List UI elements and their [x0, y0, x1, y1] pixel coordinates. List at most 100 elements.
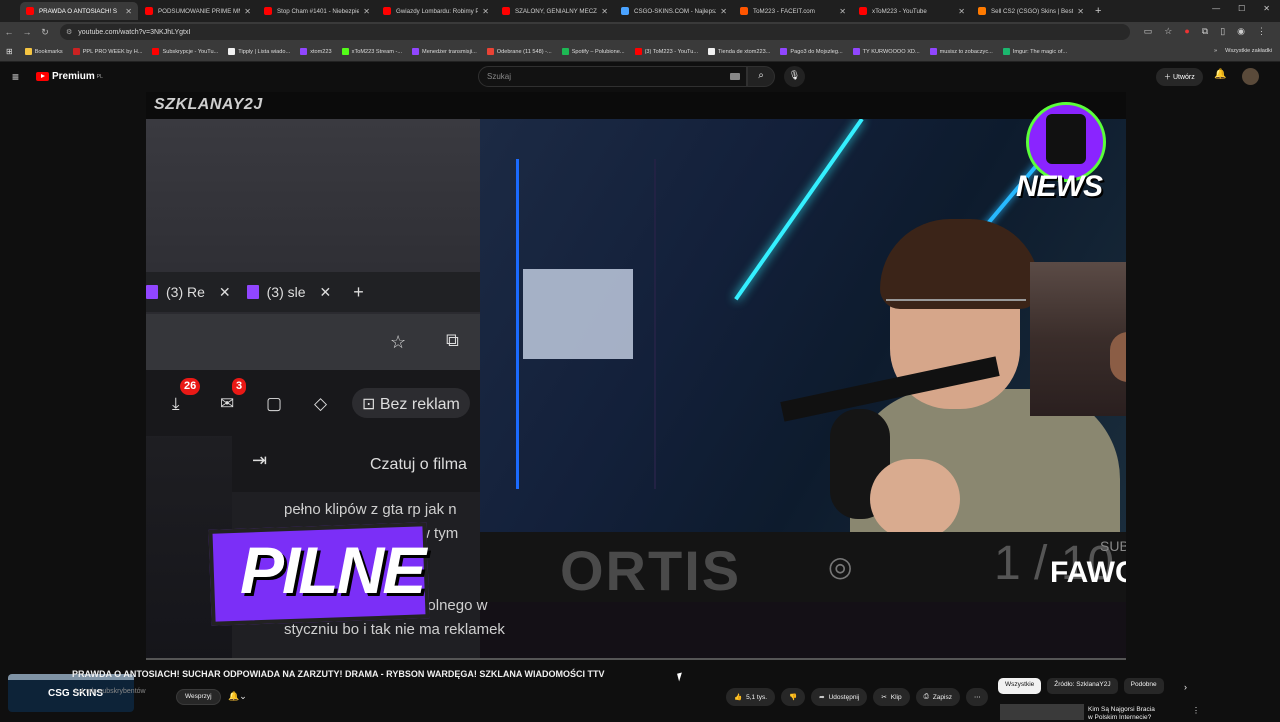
share-icon: ➦: [819, 694, 825, 701]
filter-chip[interactable]: Podobne: [1123, 678, 1164, 694]
tab-close-icon[interactable]: ✕: [363, 7, 370, 16]
bookmark-label: xtom223: [310, 48, 332, 55]
news-logo-k: [1046, 114, 1086, 164]
bookmark-icon: ⎙: [923, 693, 929, 700]
notifications-bell-icon[interactable]: 🔔: [1214, 69, 1226, 80]
tab-close-icon[interactable]: ✕: [125, 7, 132, 16]
filter-chip[interactable]: Źródło: SzklanaY2J: [1047, 678, 1118, 694]
lower-third-name: ORTIS: [560, 539, 742, 602]
tab-close-icon[interactable]: ✕: [601, 7, 608, 16]
bookmark-label: Subskrypcje - YouTu...: [162, 48, 219, 55]
search-input[interactable]: Szukaj: [478, 66, 747, 87]
sidepanel-icon[interactable]: ▯: [1220, 26, 1225, 37]
recommended-thumbnail[interactable]: [1000, 704, 1084, 720]
bookmark-item[interactable]: Odebrane (11 548) -...: [486, 48, 552, 55]
create-button[interactable]: ＋ Utwórz: [1156, 68, 1203, 86]
all-bookmarks-link[interactable]: Wszystkie zakładki: [1225, 48, 1272, 54]
no-ads-button: ⊡ Bez reklam: [352, 388, 470, 418]
bookmark-item[interactable]: Bookmarks: [24, 48, 63, 55]
search-placeholder: Szukaj: [487, 72, 512, 81]
bookmark-item[interactable]: Tipply | Lista wiado...: [228, 48, 290, 55]
maximize-icon[interactable]: ☐: [1238, 4, 1245, 13]
tab-label: PRAWDA O ANTOSIACH! S: [39, 7, 118, 15]
bookmark-favicon-icon: [24, 48, 32, 55]
thumbs-down-icon: 👎: [789, 694, 798, 701]
bookmark-label: xToM223 Stream -...: [351, 48, 403, 55]
bookmark-item[interactable]: xtom223: [300, 48, 332, 55]
browser-tab[interactable]: Sell CS2 (CSGO) Skins | Best C ✕: [972, 2, 1090, 20]
reload-icon[interactable]: ↻: [36, 27, 54, 38]
bookmark-item[interactable]: Subskrypcje - YouTu...: [152, 48, 218, 55]
bookmark-item[interactable]: Menedżer transmisji...: [412, 48, 477, 55]
chevron-right-icon[interactable]: ›: [1184, 682, 1187, 692]
create-label: Utwórz: [1172, 74, 1195, 81]
browser-tab[interactable]: Gwiazdy Lombardu: Robimy PI ✕: [377, 2, 495, 20]
browser-tab[interactable]: ToM223 - FACEIT.com ✕: [734, 2, 852, 20]
browser-tab[interactable]: Stop Cham #1401 - Niebezpiec ✕: [258, 2, 376, 20]
background-shelf: [516, 159, 656, 489]
bookmark-item[interactable]: TY KURWOOOO XD...: [852, 48, 920, 55]
bookmark-item[interactable]: Spotify – Polubione...: [561, 48, 625, 55]
recommended-more-icon[interactable]: ⋮: [1192, 706, 1200, 715]
bookmark-favicon-icon: [929, 48, 937, 55]
minimize-icon[interactable]: —: [1212, 4, 1220, 13]
voice-search-button[interactable]: 🎙: [784, 66, 805, 87]
extensions-icon[interactable]: ⧉: [1202, 26, 1208, 37]
tab-label: Sell CS2 (CSGO) Skins | Best C: [991, 7, 1074, 15]
browser-tab[interactable]: PODSUMOWANIE PRIME MMA ✕: [139, 2, 257, 20]
address-bar-row: ← → ↻ ⚙ youtube.com/watch?v=3NKJhLYgtxI …: [0, 22, 1280, 42]
bookmark-item[interactable]: (3) ToM223 - YouTu...: [634, 48, 698, 55]
tab-close-icon[interactable]: ✕: [1077, 7, 1084, 16]
bookmarks-overflow-icon[interactable]: »: [1214, 48, 1217, 54]
youtube-premium-logo[interactable]: Premium PL: [36, 71, 103, 82]
tab-close-icon[interactable]: ✕: [958, 7, 965, 16]
bookmark-favicon-icon: [412, 48, 420, 55]
menu-dots-icon[interactable]: ⋮: [1257, 26, 1266, 37]
bookmark-star-icon[interactable]: ☆: [1164, 26, 1172, 37]
tab-favicon-icon: [621, 7, 629, 15]
more-actions-button[interactable]: ⋯: [965, 688, 989, 706]
tab-close-icon[interactable]: ✕: [839, 7, 846, 16]
like-button[interactable]: 👍 5,1 tys.: [726, 688, 776, 706]
browser-tab[interactable]: SZALONY, GENIALNY MECZ, G ✕: [496, 2, 614, 20]
hamburger-menu-icon[interactable]: ≡: [12, 70, 19, 84]
cast-icon[interactable]: ▭: [1144, 26, 1153, 37]
browser-tab[interactable]: PRAWDA O ANTOSIACH! S ✕: [20, 2, 138, 20]
site-info-icon[interactable]: ⚙: [66, 28, 72, 36]
profile-icon[interactable]: ◉: [1237, 26, 1245, 37]
bookmark-item[interactable]: musisz to zobaczyc...: [929, 48, 993, 55]
extension-red-icon[interactable]: ●: [1184, 26, 1189, 37]
video-player[interactable]: SZKLANAY2J (3) Re ✕ (3) sle ✕ + ☆ ⧉ ⤓ 26 ✉…: [146, 92, 1126, 660]
browser-tab[interactable]: xToM223 - YouTube ✕: [853, 2, 971, 20]
tab-close-icon[interactable]: ✕: [720, 7, 727, 16]
browser-tab[interactable]: CSGO-SKINS.COM - Najlepsze ✕: [615, 2, 733, 20]
new-tab-icon[interactable]: +: [1095, 5, 1101, 17]
search-button[interactable]: ⌕: [747, 66, 775, 87]
filter-chip[interactable]: Wszystkie: [998, 678, 1042, 694]
bookmark-item[interactable]: xToM223 Stream -...: [341, 48, 403, 55]
hand: [870, 459, 960, 537]
keyboard-icon[interactable]: [730, 73, 740, 80]
support-button[interactable]: Wesprzyj: [176, 689, 221, 705]
account-avatar[interactable]: [1242, 68, 1259, 85]
bookmark-item[interactable]: Imgur: The magic of...: [1002, 48, 1067, 55]
subscription-bell-icon[interactable]: 🔔⌄: [228, 691, 247, 702]
dislike-button[interactable]: 👎: [781, 688, 806, 706]
tab-favicon-icon: [740, 7, 748, 15]
bookmark-item[interactable]: Tienda de xtom223...: [708, 48, 770, 55]
bookmarks-list: Bookmarks PPL PRO WEEK by H... Subskrypcje…: [24, 48, 1077, 55]
save-button[interactable]: ⎙ Zapisz: [915, 688, 960, 706]
forward-icon[interactable]: →: [18, 27, 36, 37]
url-field[interactable]: ⚙ youtube.com/watch?v=3NKJhLYgtxI: [60, 24, 1130, 40]
back-icon[interactable]: ←: [0, 27, 18, 37]
close-window-icon[interactable]: ✕: [1263, 4, 1270, 13]
tab-close-icon[interactable]: ✕: [244, 7, 251, 16]
share-button[interactable]: ➦ Udostępnij: [811, 688, 868, 706]
clip-button[interactable]: ✂ Klip: [873, 688, 910, 706]
bookmark-label: Pago3 do Mojszleg...: [790, 48, 843, 55]
apps-grid-icon[interactable]: ⊞: [6, 47, 13, 56]
bookmark-item[interactable]: PPL PRO WEEK by H...: [72, 48, 142, 55]
tab-close-icon[interactable]: ✕: [482, 7, 489, 16]
bookmark-item[interactable]: Pago3 do Mojszleg...: [780, 48, 843, 55]
recommended-video[interactable]: Kim Są Najgorsi Bracia w Polskim Interne…: [1000, 704, 1200, 721]
